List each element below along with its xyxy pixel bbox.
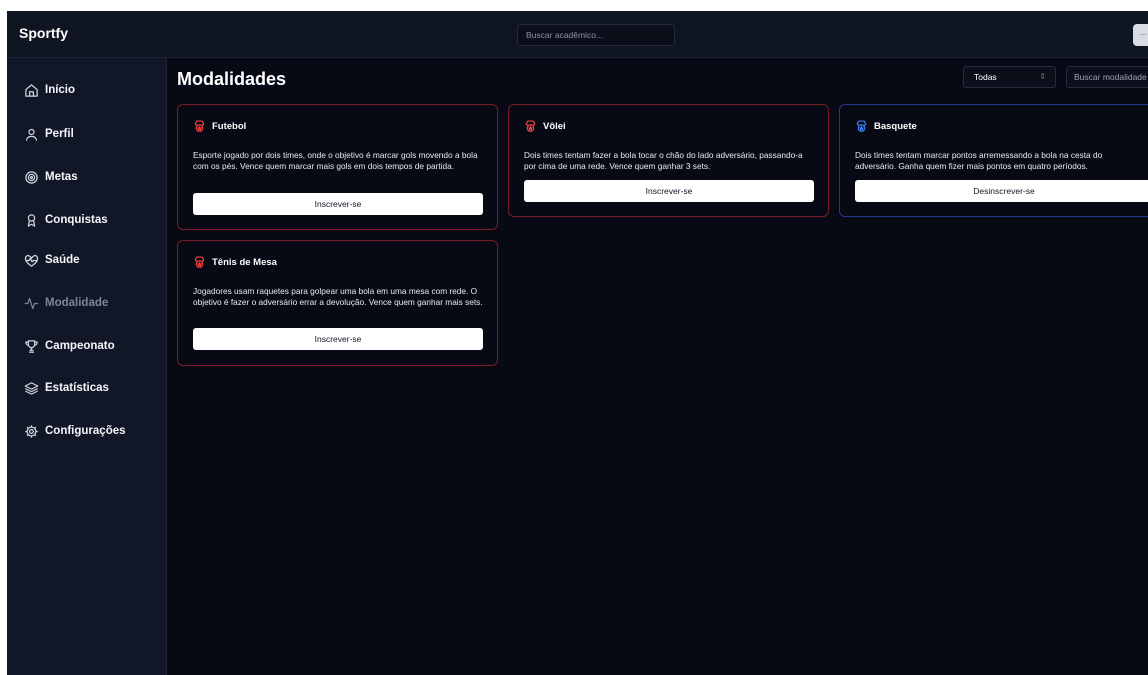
sidebar-item-perfil[interactable]: Perfil: [7, 119, 166, 151]
sidebar-item-inicio[interactable]: Início: [7, 75, 166, 107]
medal-icon: [855, 120, 868, 133]
modality-card-tenis-de-mesa: Tênis de Mesa Jogadores usam raquetes pa…: [177, 240, 498, 366]
sidebar-item-label: Metas: [45, 171, 78, 183]
card-title: Vôlei: [543, 121, 566, 132]
user-icon: [24, 127, 39, 142]
heart-pulse-icon: [24, 253, 39, 268]
sidebar-item-label: Estatísticas: [45, 382, 109, 394]
medal-icon: [524, 120, 537, 133]
sidebar-item-configuracoes[interactable]: Configurações: [7, 416, 166, 448]
sidebar-item-label: Campeonato: [45, 340, 115, 352]
main-content: Modalidades Todas ⇕ Futebol Esporte joga…: [167, 58, 1148, 675]
modality-card-futebol: Futebol Esporte jogado por dois times, o…: [177, 104, 498, 230]
sidebar-item-label: Início: [45, 84, 76, 96]
sidebar-item-label: Saúde: [45, 254, 80, 266]
avatar[interactable]: —: [1133, 24, 1148, 46]
brand-logo: Sportfy: [19, 25, 68, 41]
sidebar-item-label: Modalidade: [45, 297, 109, 309]
sidebar-item-label: Configurações: [45, 425, 126, 437]
card-title: Futebol: [212, 121, 247, 132]
award-icon: [24, 213, 39, 228]
card-title: Basquete: [874, 121, 917, 132]
sidebar-item-metas[interactable]: Metas: [7, 162, 166, 194]
chevron-updown-icon: ⇕: [1039, 72, 1046, 81]
app-window: Sportfy — Início Perfil Metas Con: [7, 11, 1148, 675]
medal-icon: [193, 256, 206, 269]
subscribe-button[interactable]: Inscrever-se: [193, 328, 483, 350]
gear-icon: [24, 424, 39, 439]
modality-card-volei: Vôlei Dois times tentam fazer a bola toc…: [508, 104, 829, 217]
unsubscribe-button[interactable]: Desinscrever-se: [855, 180, 1148, 202]
card-description: Esporte jogado por dois times, onde o ob…: [193, 150, 478, 171]
medal-icon: [193, 120, 206, 133]
card-description: Jogadores usam raquetes para golpear uma…: [193, 286, 483, 307]
sidebar-item-campeonato[interactable]: Campeonato: [7, 331, 166, 363]
search-academic-input[interactable]: [517, 24, 675, 46]
target-icon: [24, 170, 39, 185]
layers-icon: [24, 381, 39, 396]
filter-selected-value: Todas: [974, 72, 997, 82]
modality-filter-select[interactable]: Todas ⇕: [963, 66, 1056, 88]
subscribe-button[interactable]: Inscrever-se: [193, 193, 483, 215]
sidebar: Início Perfil Metas Conquistas Saúde Mod…: [7, 58, 167, 675]
card-title: Tênis de Mesa: [212, 257, 277, 268]
subscribe-button[interactable]: Inscrever-se: [524, 180, 814, 202]
home-icon: [24, 83, 39, 98]
modality-card-basquete: Basquete Dois times tentam marcar pontos…: [839, 104, 1148, 217]
sidebar-item-label: Perfil: [45, 128, 74, 140]
sidebar-item-label: Conquistas: [45, 214, 108, 226]
top-bar: Sportfy —: [7, 11, 1148, 58]
page-title: Modalidades: [177, 69, 287, 89]
activity-icon: [24, 296, 39, 311]
sidebar-item-modalidade[interactable]: Modalidade: [7, 288, 166, 320]
card-description: Dois times tentam fazer a bola tocar o c…: [524, 150, 803, 171]
trophy-icon: [24, 339, 39, 354]
search-modality-input[interactable]: [1066, 66, 1148, 88]
sidebar-item-estatisticas[interactable]: Estatísticas: [7, 373, 166, 405]
card-description: Dois times tentam marcar pontos arremess…: [855, 150, 1103, 171]
sidebar-item-saude[interactable]: Saúde: [7, 245, 166, 277]
sidebar-item-conquistas[interactable]: Conquistas: [7, 205, 166, 237]
